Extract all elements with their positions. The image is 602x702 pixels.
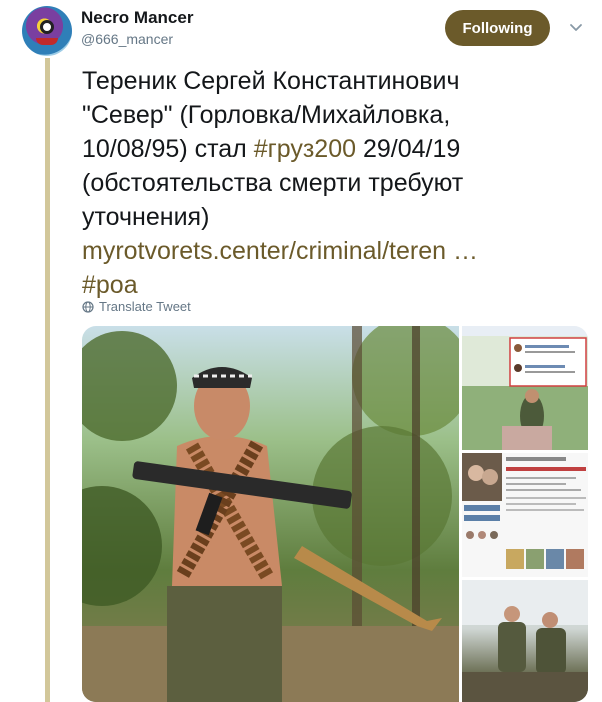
avatar[interactable] bbox=[22, 6, 72, 56]
photo-profile-page[interactable] bbox=[462, 453, 588, 577]
photo-soldier-with-rpg[interactable] bbox=[82, 326, 459, 702]
translate-label: Translate Tweet bbox=[99, 299, 191, 314]
photo-soldiers-group[interactable] bbox=[462, 580, 588, 702]
translate-tweet-link[interactable]: Translate Tweet bbox=[82, 299, 191, 314]
tweet-line: Тереник Сергей Константинович bbox=[82, 67, 460, 95]
user-handle[interactable]: @666_mancer bbox=[81, 31, 173, 47]
tweet-line: уточнения) bbox=[82, 203, 210, 231]
photo-social-profile[interactable] bbox=[462, 326, 588, 450]
url-link[interactable]: myrotvorets.center/criminal/teren … bbox=[82, 234, 592, 268]
tweet-line: (обстоятельства смерти требуют bbox=[82, 169, 464, 197]
tweet-line: 10/08/95) стал #груз200 29/04/19 bbox=[82, 135, 461, 163]
hashtag-link[interactable]: #роа bbox=[82, 268, 592, 302]
tweet-text: Тереник Сергей Константинович "Север" (Г… bbox=[82, 64, 592, 302]
tweet-line: "Север" (Горловка/Михайловка, bbox=[82, 101, 451, 129]
display-name[interactable]: Necro Mancer bbox=[81, 8, 193, 28]
globe-icon bbox=[82, 300, 94, 313]
thread-line bbox=[45, 58, 50, 702]
following-button[interactable]: Following bbox=[445, 10, 550, 46]
media-grid bbox=[82, 326, 588, 702]
chevron-down-icon[interactable] bbox=[567, 18, 585, 36]
hashtag-link[interactable]: #груз200 bbox=[254, 135, 356, 163]
